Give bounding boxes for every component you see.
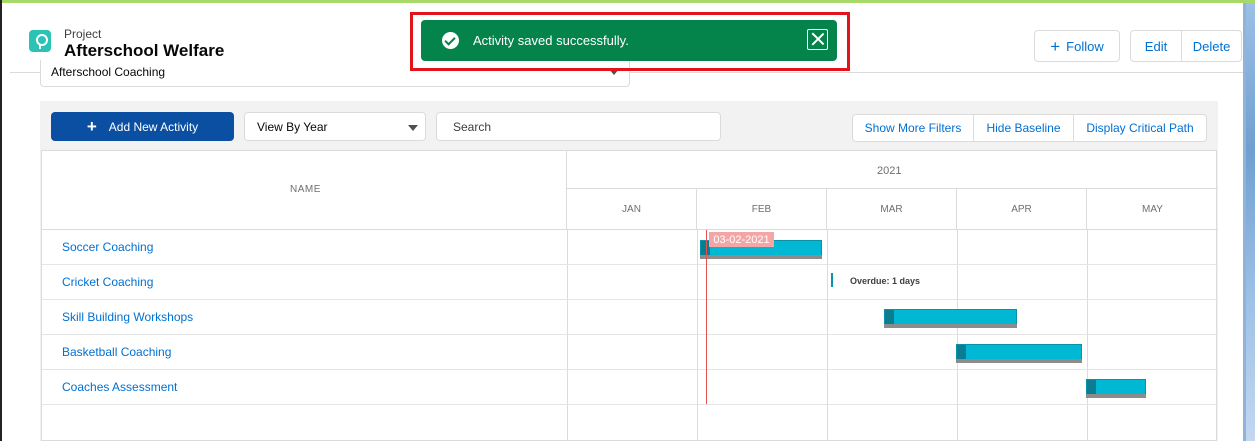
month-header: FEB [697,189,827,230]
background-strip [1243,3,1255,441]
object-type-label: Project [64,27,102,41]
gantt-panel: + Add New Activity View By Year Show Mor… [40,101,1218,441]
highlight-frame [410,12,850,71]
activity-link[interactable]: Soccer Coaching [62,240,153,254]
add-new-activity-button[interactable]: + Add New Activity [51,112,234,141]
follow-button[interactable]: + Follow [1034,30,1120,62]
month-header: APR [957,189,1087,230]
plus-icon: + [1050,36,1061,56]
record-title: Afterschool Welfare [64,41,225,60]
activity-link[interactable]: Skill Building Workshops [62,310,193,324]
edit-button[interactable]: Edit [1130,30,1182,62]
year-header: 2021 [567,151,1218,189]
activity-bar[interactable] [1086,379,1146,395]
today-line [706,230,707,404]
project-icon [29,30,51,52]
month-header: MAR [827,189,957,230]
project-select-value: Afterschool Coaching [51,65,166,79]
view-select-value: View By Year [257,120,328,134]
year-label: 2021 [877,165,902,177]
activity-link[interactable]: Coaches Assessment [62,380,177,394]
search-input[interactable] [436,112,721,141]
hide-baseline-button[interactable]: Hide Baseline [973,114,1074,142]
activity-row: Coaches Assessment [42,370,1218,405]
baseline-bar [884,324,1017,328]
activity-bar[interactable] [956,344,1082,360]
chevron-down-icon [408,125,418,131]
month-header: MAY [1087,189,1218,230]
show-more-filters-button[interactable]: Show More Filters [852,114,974,142]
activity-link[interactable]: Cricket Coaching [62,275,153,289]
name-header-label: NAME [290,184,321,195]
plus-icon: + [86,117,97,136]
baseline-bar [700,255,822,259]
delete-button[interactable]: Delete [1181,30,1242,62]
follow-label: Follow [1066,38,1104,54]
window-left-border [0,0,2,441]
month-header: JAN [567,189,697,230]
activity-link[interactable]: Basketball Coaching [62,345,171,359]
activity-row: Soccer Coaching [42,230,1218,265]
activity-row: Skill Building Workshops [42,300,1218,335]
display-critical-path-button[interactable]: Display Critical Path [1073,114,1207,142]
view-select[interactable]: View By Year [244,112,426,141]
baseline-bar [1086,394,1146,398]
name-column-header: NAME [42,151,567,230]
today-marker-label: 03-02-2021 [709,232,774,247]
activity-bar[interactable] [884,309,1017,325]
baseline-bar [956,359,1082,363]
add-new-activity-label: Add New Activity [108,119,199,134]
overdue-label: Overdue: 1 days [850,276,921,286]
activity-row: Cricket Coaching [42,265,1218,300]
milestone-marker[interactable] [831,273,833,287]
gantt-grid: NAME 2021 JAN FEB MAR APR MAY Soccer Coa… [41,150,1218,441]
